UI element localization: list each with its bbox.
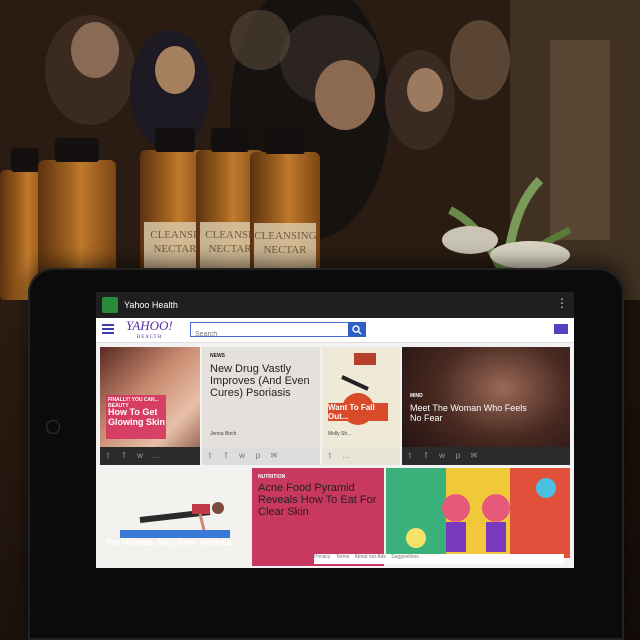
card-headline: Meet The Woman Who Feels No Fear: [410, 403, 527, 423]
facebook-icon[interactable]: f: [116, 447, 132, 465]
more-icon[interactable]: …: [338, 447, 354, 465]
mail-share-icon[interactable]: ✉: [466, 447, 482, 465]
card-tag: NEWS: [210, 353, 225, 359]
card-author: Molly Sh...: [328, 431, 352, 437]
app-icon: [102, 297, 118, 313]
search-icon: [352, 325, 362, 335]
search-button[interactable]: [348, 322, 366, 337]
mail-share-icon[interactable]: ✉: [266, 447, 282, 465]
article-card-beauty[interactable]: FINALLY! YOU CAN... BEAUTY How To Get Gl…: [100, 347, 200, 465]
top-bar: YAHOO! HEALTH: [96, 318, 574, 343]
card-tag: MIND: [410, 393, 423, 399]
twitter-icon[interactable]: w: [132, 447, 148, 465]
twitter-icon[interactable]: w: [434, 447, 450, 465]
card-author: Jenna Birch: [210, 431, 237, 437]
tablet: Yahoo Health ⋮ YAHOO! HEALTH Search FINA…: [28, 268, 624, 640]
illustration-heart: [341, 353, 376, 425]
card-tag: NUTRITION: [258, 474, 286, 480]
mail-icon[interactable]: [554, 324, 568, 334]
share-toolbar: t f w…: [100, 447, 200, 465]
article-card-mind[interactable]: MIND Meet The Woman Who Feels No Fear tf…: [402, 347, 570, 465]
article-card-arms-workout[interactable]: The Ultimate Sexy Arms Workout: [100, 468, 250, 566]
more-icon[interactable]: …: [148, 447, 164, 465]
card-headline: Want To Fall Out...: [328, 403, 388, 421]
overflow-menu-icon[interactable]: ⋮: [556, 296, 568, 310]
tumblr-icon[interactable]: t: [322, 447, 338, 465]
plant: [442, 176, 572, 280]
card-headline: How To Get Glowing Skin: [108, 407, 166, 427]
card-headline: Acne Food Pyramid Reveals How To Eat For…: [258, 482, 377, 518]
tumblr-icon[interactable]: t: [202, 447, 218, 465]
footer-link-ads[interactable]: About our Ads: [354, 554, 385, 560]
card-headline: The Ultimate Sexy Arms Workout: [106, 538, 232, 547]
share-toolbar: t…: [322, 447, 400, 465]
share-toolbar: t f w p ✉: [402, 447, 570, 465]
yahoo-health-logo[interactable]: YAHOO! HEALTH: [126, 318, 173, 344]
share-toolbar: t f w p ✉: [202, 447, 320, 465]
workout-figure: [139, 502, 224, 531]
app-title: Yahoo Health: [124, 300, 178, 310]
footer-link-terms[interactable]: Terms: [336, 554, 350, 560]
facebook-icon[interactable]: f: [218, 447, 234, 465]
app-statusbar: Yahoo Health ⋮: [96, 292, 574, 318]
footer-link-suggestions[interactable]: Suggestions: [391, 554, 419, 560]
footer-link-privacy[interactable]: Privacy: [314, 554, 330, 560]
tumblr-icon[interactable]: t: [100, 447, 116, 465]
colorful-illustration: [386, 468, 570, 558]
logo-subtext: HEALTH: [136, 335, 163, 340]
scene: CLEANSE NECTAR CLEANSE NECTAR CLEANSING …: [0, 0, 640, 640]
footer-links: Privacy Terms About our Ads Suggestions: [314, 554, 564, 564]
camera-dot-icon: [46, 420, 60, 434]
hamburger-menu-icon[interactable]: [102, 324, 114, 334]
article-card-psoriasis[interactable]: NEWS New Drug Vastly Improves (And Even …: [202, 347, 320, 465]
card-headline: New Drug Vastly Improves (And Even Cures…: [210, 363, 310, 399]
pinterest-icon[interactable]: p: [450, 447, 466, 465]
tumblr-icon[interactable]: t: [402, 447, 418, 465]
article-card-colorful[interactable]: [386, 468, 570, 558]
search-box: [190, 322, 366, 341]
pinterest-icon[interactable]: p: [250, 447, 266, 465]
article-card-fall-out[interactable]: Want To Fall Out... Molly Sh... t…: [322, 347, 400, 465]
article-card-acne[interactable]: NUTRITION Acne Food Pyramid Reveals How …: [252, 468, 384, 566]
twitter-icon[interactable]: w: [234, 447, 250, 465]
tablet-screen: Yahoo Health ⋮ YAHOO! HEALTH Search FINA…: [96, 292, 574, 568]
search-input[interactable]: [191, 328, 349, 341]
logo-text: YAHOO!: [126, 318, 173, 333]
facebook-icon[interactable]: f: [418, 447, 434, 465]
